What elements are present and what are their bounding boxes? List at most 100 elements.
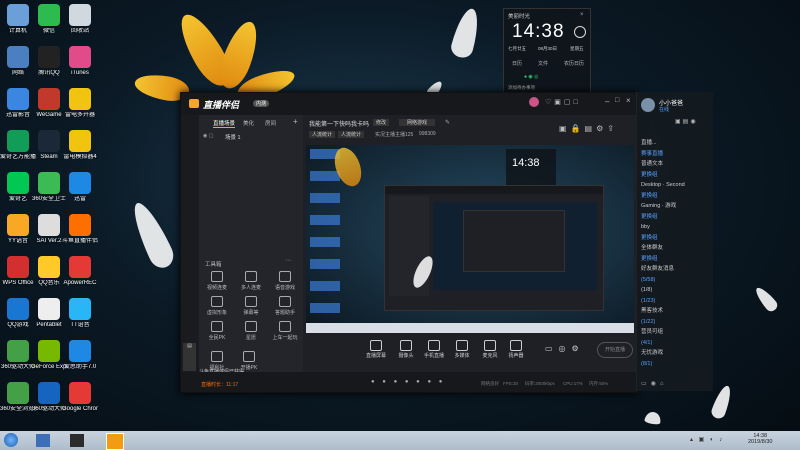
close-icon[interactable]: ×: [580, 12, 584, 18]
tool-button[interactable]: 星愿: [233, 321, 269, 341]
chat-list-item[interactable]: Gaming · 游戏: [637, 201, 713, 212]
tool-button[interactable]: 上车一起玩: [267, 321, 303, 341]
edit-icon[interactable]: ✎: [445, 119, 450, 126]
chat-list-item[interactable]: 全体群友: [637, 243, 713, 254]
start-stream-button[interactable]: 开始直播: [597, 342, 633, 358]
taskbar-app-explorer[interactable]: [36, 434, 50, 447]
chat-list-item[interactable]: (1/23): [637, 296, 713, 307]
tool-button[interactable]: 语音游戏: [267, 271, 303, 291]
chat-list-item[interactable]: 更换组: [637, 212, 713, 223]
tray-icons[interactable]: ▴ ▣ ◐ ♪: [690, 436, 724, 443]
tab-scene[interactable]: 直播场景: [213, 119, 236, 128]
app-icon: [69, 4, 91, 26]
tab-room[interactable]: 房间: [265, 119, 276, 127]
desktop-icon[interactable]: ApowerREC: [62, 256, 98, 287]
avatar[interactable]: [641, 98, 655, 112]
scene-item[interactable]: 场景 1: [225, 133, 241, 141]
tool-icon: [279, 321, 291, 332]
chat-list-item[interactable]: 营员可组: [637, 327, 713, 338]
feather-decor: [448, 6, 484, 60]
taskbar-app-stream[interactable]: [106, 433, 124, 450]
start-button[interactable]: [4, 433, 18, 447]
top-right-tools[interactable]: ▣🔒▤⚙⇪: [559, 124, 618, 133]
chat-list-item[interactable]: (8/1): [637, 359, 713, 370]
counter-tag[interactable]: 人流统计: [338, 131, 365, 138]
bottom-tool-button[interactable]: 扬声器: [503, 340, 529, 359]
bottom-tool-icon: [370, 340, 382, 351]
chat-list-item[interactable]: bby: [637, 222, 713, 233]
tool-button[interactable]: 多人连麦: [233, 271, 269, 291]
chat-list-item[interactable]: 更换组: [637, 254, 713, 265]
chat-list-item[interactable]: 更换组: [637, 233, 713, 244]
chat-list-item[interactable]: 更换组: [637, 170, 713, 181]
chat-list-item[interactable]: 普通文本: [637, 159, 713, 170]
desktop-icon[interactable]: 雷电模拟器4: [62, 130, 98, 161]
category-selector[interactable]: 网络游戏: [399, 119, 436, 126]
maximize-icon[interactable]: □: [615, 97, 619, 104]
collapse-panel-tab[interactable]: ▤: [183, 343, 196, 371]
desktop-icon[interactable]: 斗鱼直播伴侣: [62, 214, 98, 245]
tool-button[interactable]: 答题助手: [267, 296, 303, 316]
tool-icon: [245, 296, 257, 307]
chat-tool-icons[interactable]: ▣▤◉: [675, 118, 698, 125]
chat-list-item[interactable]: 黑客技术: [637, 306, 713, 317]
avatar[interactable]: [529, 97, 539, 107]
titlebar-icons[interactable]: ♡▣▢□: [545, 98, 581, 106]
bottom-tool-button[interactable]: 手机直播: [421, 340, 447, 359]
page-dots[interactable]: ● ● ● ● ● ● ●: [371, 379, 445, 385]
widget-lunar-option[interactable]: 农历日历: [564, 60, 584, 67]
widget-file-option[interactable]: 文件: [538, 60, 548, 67]
widget-header: 美丽时光: [508, 14, 531, 20]
chat-list-item[interactable]: 好友群友消息: [637, 264, 713, 275]
desktop-icon[interactable]: Google Chrome: [62, 382, 98, 413]
stream-preview[interactable]: 14:38: [306, 145, 634, 333]
chat-list-item[interactable]: Desktop · Second: [637, 180, 713, 191]
chat-list-item[interactable]: 赛事直播: [637, 149, 713, 160]
desktop-icon[interactable]: TT语音: [62, 298, 98, 329]
widget-calendar-option[interactable]: 日历: [512, 60, 522, 67]
tab-beauty[interactable]: 美化: [243, 119, 254, 127]
desktop-icon[interactable]: 迅雷: [62, 172, 98, 203]
chat-list-item[interactable]: 更换组: [637, 191, 713, 202]
fps-tag[interactable]: 人流统计: [309, 131, 336, 138]
bottom-tool-button[interactable]: 多媒体: [449, 340, 475, 359]
add-scene-icon[interactable]: +: [293, 117, 298, 126]
chat-list-item[interactable]: (1/22): [637, 317, 713, 328]
chat-list-item[interactable]: (5/58): [637, 275, 713, 286]
desktop-icon[interactable]: 爱思助手7.0: [62, 340, 98, 371]
tool-label: 上车一起玩: [272, 335, 298, 341]
chat-bottom-icons[interactable]: ▭◉⌂: [641, 380, 668, 387]
bottom-tool-button[interactable]: 麦克风: [477, 340, 503, 359]
scene-sidebar: 直播场景 美化 房间 + ◉ ▢ 场景 1 工具箱 ⋯ 福利社 开播PK 视频连…: [199, 115, 303, 372]
tool-icon: [279, 296, 291, 307]
widget-todo-link[interactable]: 添加待办事项: [508, 85, 535, 91]
eye-icon[interactable]: ◉ ▢: [203, 133, 213, 139]
viewer-count: 实况主播主播125: [375, 132, 414, 138]
bottom-tool-button[interactable]: 摄像头: [393, 340, 419, 359]
desktop-icon[interactable]: 回收站: [62, 4, 98, 35]
bottom-tool-button[interactable]: 直播屏幕: [363, 340, 389, 359]
more-icon[interactable]: ⋯: [285, 257, 291, 264]
bottom-extra-icons[interactable]: ▭◎⚙: [545, 344, 585, 353]
tool-button[interactable]: 全民PK: [199, 321, 235, 341]
tool-button[interactable]: 弹幕等: [233, 296, 269, 316]
app-icon: [69, 172, 91, 194]
chat-list-item[interactable]: 无忧游戏: [637, 348, 713, 359]
close-icon[interactable]: ×: [626, 96, 631, 105]
minimize-icon[interactable]: –: [605, 97, 609, 106]
tool-button[interactable]: 视频连麦: [199, 271, 235, 291]
edit-title-button[interactable]: 修改: [373, 119, 390, 126]
chat-list-item[interactable]: (4/1): [637, 338, 713, 349]
app-icon: [7, 130, 29, 152]
tool-icon: [211, 296, 223, 307]
chat-list-item[interactable]: (1/8): [637, 285, 713, 296]
desktop-icon[interactable]: 雷电多开器: [62, 88, 98, 119]
app-title: 直播伴侣: [203, 100, 240, 110]
chat-list-item[interactable]: 直播...: [637, 138, 713, 149]
desktop-icon[interactable]: iTunes: [62, 46, 98, 77]
tray-clock[interactable]: 14:38 2019/8/30: [748, 433, 772, 445]
tool-button[interactable]: 虚拟形象: [199, 296, 235, 316]
clock-widget[interactable]: 美丽时光 × 14:38 七月廿五 08月30日 星期五 日历 文件 农历日历 …: [503, 8, 591, 94]
beta-badge[interactable]: 内测: [253, 100, 270, 107]
taskbar-app-game[interactable]: [70, 434, 84, 447]
